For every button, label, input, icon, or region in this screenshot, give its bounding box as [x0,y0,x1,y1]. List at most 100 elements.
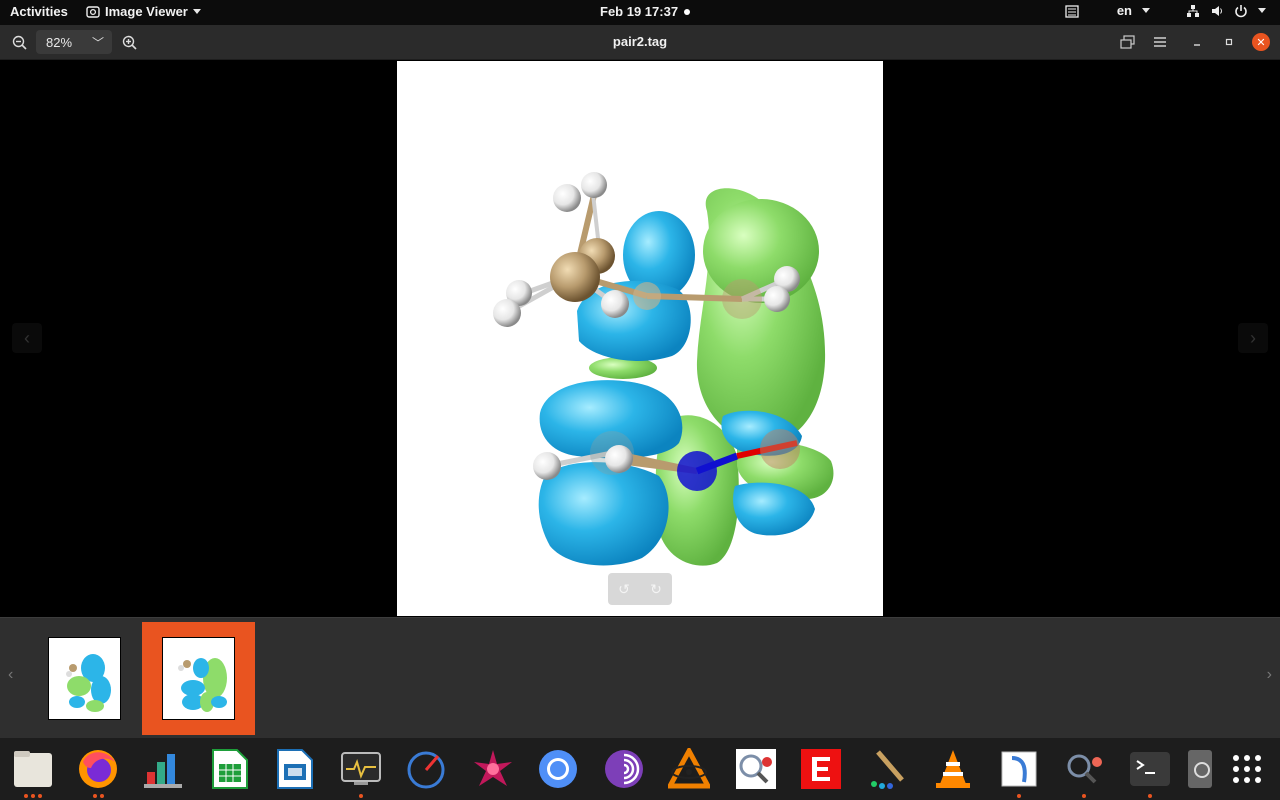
maximize-icon [1225,38,1233,46]
editor-icon [1001,751,1037,787]
libreoffice-impress-icon [277,749,313,789]
gallery-scroll-left-icon[interactable]: ‹ [8,666,13,684]
thumbnail-gallery: ‹ › [0,617,1280,738]
maximize-button[interactable] [1220,31,1238,53]
thumbnail-1[interactable] [28,622,141,735]
rotate-left-icon[interactable]: ↺ [618,581,630,598]
volume-icon[interactable] [1210,4,1224,18]
dock-libreoffice-impress[interactable] [272,746,318,792]
zoom-out-button[interactable] [10,31,28,53]
running-indicator [996,794,1042,798]
dock-gauge-app[interactable] [403,746,449,792]
dock [0,738,1280,800]
rotate-right-icon[interactable]: ↻ [650,581,662,598]
app-menu-label: Image Viewer [105,4,188,19]
dock-avogadro[interactable] [666,746,712,792]
language-chevron-icon [1142,8,1150,13]
minimize-icon [1194,44,1200,46]
thumbnail-2-selected[interactable] [142,622,255,735]
molecule-search-icon [1067,754,1102,784]
molecular-orbital-image [493,172,834,566]
thumbnail-image [48,637,121,720]
show-applications-button[interactable] [1224,746,1270,792]
fullscreen-icon [1120,35,1135,49]
chromium-icon [539,750,577,788]
screen: Activities Image Viewer Feb 19 17:37 en [0,0,1280,800]
calendar-notes-icon[interactable] [1065,4,1079,18]
zoom-level-combo[interactable]: 82% ﹀ [36,30,112,54]
top-bar: Activities Image Viewer Feb 19 17:37 en [0,0,1280,25]
network-icon[interactable] [1186,4,1200,18]
chevron-down-icon [192,9,201,14]
dock-firefox[interactable] [75,746,121,798]
chevron-right-icon: › [1250,327,1256,348]
dock-molecule-star-app[interactable] [470,746,516,792]
libreoffice-calc-icon [212,749,248,789]
dock-files[interactable] [10,746,56,798]
app-3d-chart-icon [144,754,182,788]
power-icon[interactable] [1234,4,1248,18]
dock-red-e-app[interactable] [798,746,844,792]
system-tray: en [1065,3,1266,18]
dock-3d-chart-app[interactable] [140,746,186,792]
dock-image-viewer[interactable] [1185,746,1213,792]
image-canvas: ↺ ↻ [397,61,883,616]
app-menu[interactable]: Image Viewer [86,4,201,19]
minimize-button[interactable] [1188,31,1206,53]
activities-button[interactable]: Activities [10,4,68,19]
dock-system-monitor[interactable] [338,746,384,798]
language-indicator[interactable]: en [1117,3,1132,18]
dock-chromium[interactable] [535,746,581,792]
dock-molecule-search-app[interactable] [1061,746,1107,798]
molecule-viewer-icon [736,749,776,789]
close-button[interactable]: ✕ [1252,33,1270,51]
system-monitor-icon [341,752,381,785]
firefox-icon [79,750,117,788]
clock-label: Feb 19 17:37 [600,4,679,19]
paint-brush-icon [871,750,904,789]
chevron-left-icon: ‹ [24,327,30,348]
show-apps-icon [1233,755,1261,783]
rotate-controls: ↺ ↻ [608,573,672,605]
dock-vlc[interactable] [930,746,976,792]
gauge-app-icon [407,751,445,789]
window-title: pair2.tag [612,34,668,49]
close-icon: ✕ [1256,36,1266,49]
image-viewer-icon [1188,750,1212,788]
dock-paint-brush-app[interactable] [864,746,910,792]
dock-molecule-viewer[interactable] [733,746,779,792]
system-menu-chevron-icon [1258,8,1266,13]
zoom-chevron-down-icon[interactable]: ﹀ [92,34,104,51]
running-indicator [1127,794,1173,798]
terminal-icon [1130,752,1170,786]
zoom-in-icon [122,35,137,50]
menu-button[interactable] [1151,31,1169,53]
gallery-scroll-right-icon[interactable]: › [1267,666,1272,684]
image-view[interactable]: ‹ › ↺ ↻ [0,61,1280,616]
dock-editor-app[interactable] [996,746,1042,798]
hamburger-menu-icon [1154,37,1166,47]
running-indicator [1061,794,1107,798]
image-viewer-small-icon [86,5,100,18]
dock-terminal[interactable] [1127,746,1173,798]
zoom-out-icon [12,35,27,50]
running-indicator [75,794,121,798]
running-indicator [338,794,384,798]
tor-browser-icon [605,750,643,788]
vlc-icon [936,750,970,788]
previous-image-button[interactable]: ‹ [12,323,42,353]
molecule-star-icon [474,750,512,786]
clock[interactable]: Feb 19 17:37 [600,4,691,19]
dock-libreoffice-calc[interactable] [207,746,253,792]
fullscreen-button[interactable] [1119,31,1137,53]
avogadro-icon [668,748,710,789]
next-image-button[interactable]: › [1238,323,1268,353]
dock-tor-browser[interactable] [601,746,647,792]
red-e-app-icon [801,749,841,789]
notification-dot-icon [684,8,691,15]
header-bar: 82% ﹀ pair2.tag ✕ [0,25,1280,60]
zoom-in-button[interactable] [120,31,138,53]
files-icon [14,751,52,787]
thumbnail-image [162,637,235,720]
running-indicator [10,794,56,798]
